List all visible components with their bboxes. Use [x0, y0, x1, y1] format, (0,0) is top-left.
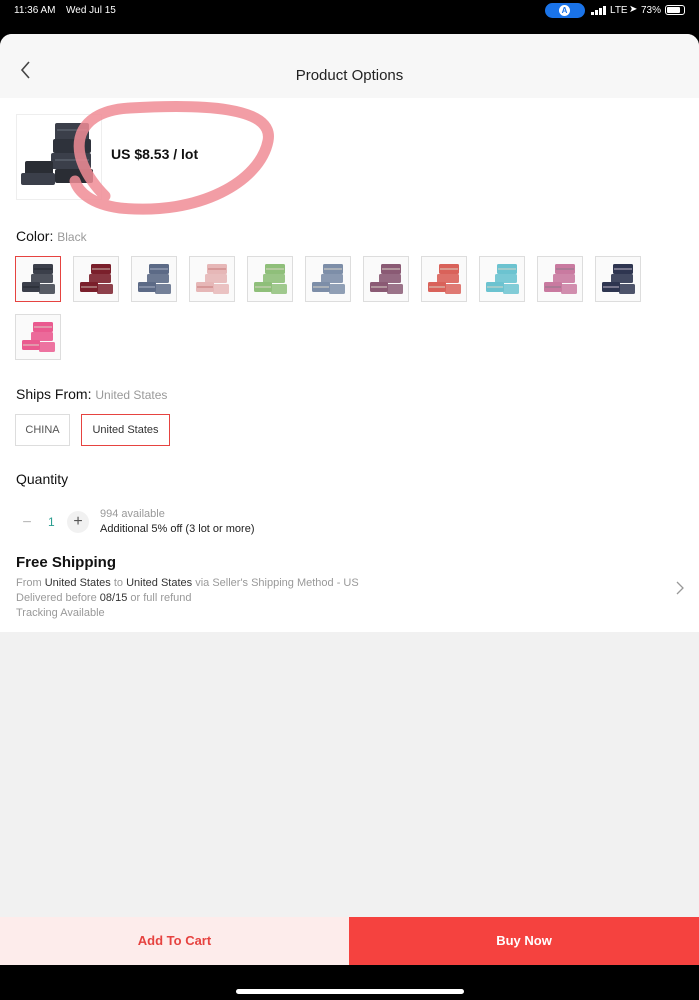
product-image: [16, 114, 102, 200]
signal-icon: [591, 6, 609, 15]
location-icon: ➤: [629, 4, 638, 15]
quantity-decrease-button[interactable]: −: [18, 514, 36, 532]
quantity-value[interactable]: 1: [48, 515, 55, 529]
chevron-right-icon[interactable]: [674, 581, 686, 595]
color-label-text: Color:: [16, 228, 54, 244]
shipping-delivery: Delivered before 08/15 or full refund: [16, 592, 192, 604]
shipping-route: From United States to United States via …: [16, 577, 359, 589]
color-swatch[interactable]: [189, 256, 235, 302]
app-store-icon: A: [559, 5, 570, 16]
shipping-method: via Seller's Shipping Method - US: [195, 577, 359, 589]
color-swatch[interactable]: [247, 256, 293, 302]
add-to-cart-button[interactable]: Add To Cart: [0, 917, 349, 965]
delivery-prefix: Delivered before: [16, 592, 97, 604]
battery-icon: [665, 5, 685, 15]
color-swatch[interactable]: [73, 256, 119, 302]
empty-area: [0, 632, 699, 917]
color-swatch[interactable]: [479, 256, 525, 302]
color-swatch[interactable]: [15, 256, 61, 302]
quantity-available: 994 available: [100, 508, 165, 520]
delivery-date: 08/15: [99, 592, 128, 604]
selected-color: Black: [57, 230, 87, 244]
color-swatch[interactable]: [131, 256, 177, 302]
color-swatch[interactable]: [595, 256, 641, 302]
product-options-sheet: Product Options US $8.53 / lot Color: Bl…: [0, 34, 699, 965]
color-swatch[interactable]: [15, 314, 61, 360]
status-bar: 11:36 AM Wed Jul 15 A LTE ➤ 73%: [0, 0, 699, 34]
shipping-to-prefix: to: [113, 577, 124, 589]
color-label: Color: Black: [16, 228, 87, 244]
status-time: 11:36 AM: [14, 5, 56, 16]
shipping-from-prefix: From: [16, 577, 42, 589]
delivery-suffix: or full refund: [130, 592, 192, 604]
home-indicator[interactable]: [236, 989, 464, 994]
ships-from-label-text: Ships From:: [16, 386, 92, 402]
color-swatch[interactable]: [537, 256, 583, 302]
status-date: Wed Jul 15: [66, 5, 116, 16]
header: Product Options: [0, 34, 699, 98]
color-swatch[interactable]: [305, 256, 351, 302]
ships-from-label: Ships From: United States: [16, 386, 167, 402]
page-title: Product Options: [295, 67, 404, 84]
shipping-from: United States: [44, 577, 111, 589]
color-swatch[interactable]: [363, 256, 409, 302]
battery-percent: 73%: [641, 5, 662, 16]
buy-now-button[interactable]: Buy Now: [349, 917, 699, 965]
ships-from-option-united-states[interactable]: United States: [81, 414, 170, 446]
network-type: LTE: [610, 5, 628, 16]
app-indicator-pill: A: [545, 3, 585, 18]
shipping-to: United States: [126, 577, 193, 589]
quantity-increase-button[interactable]: +: [67, 511, 89, 533]
ships-from-option-china[interactable]: CHINA: [15, 414, 70, 446]
selected-ships-from: United States: [95, 388, 168, 402]
product-price: US $8.53 / lot: [111, 146, 199, 162]
quantity-discount: Additional 5% off (3 lot or more): [100, 523, 255, 535]
shipping-title: Free Shipping: [16, 554, 117, 571]
color-swatch[interactable]: [421, 256, 467, 302]
shipping-tracking: Tracking Available: [16, 607, 105, 619]
quantity-label: Quantity: [16, 471, 69, 487]
